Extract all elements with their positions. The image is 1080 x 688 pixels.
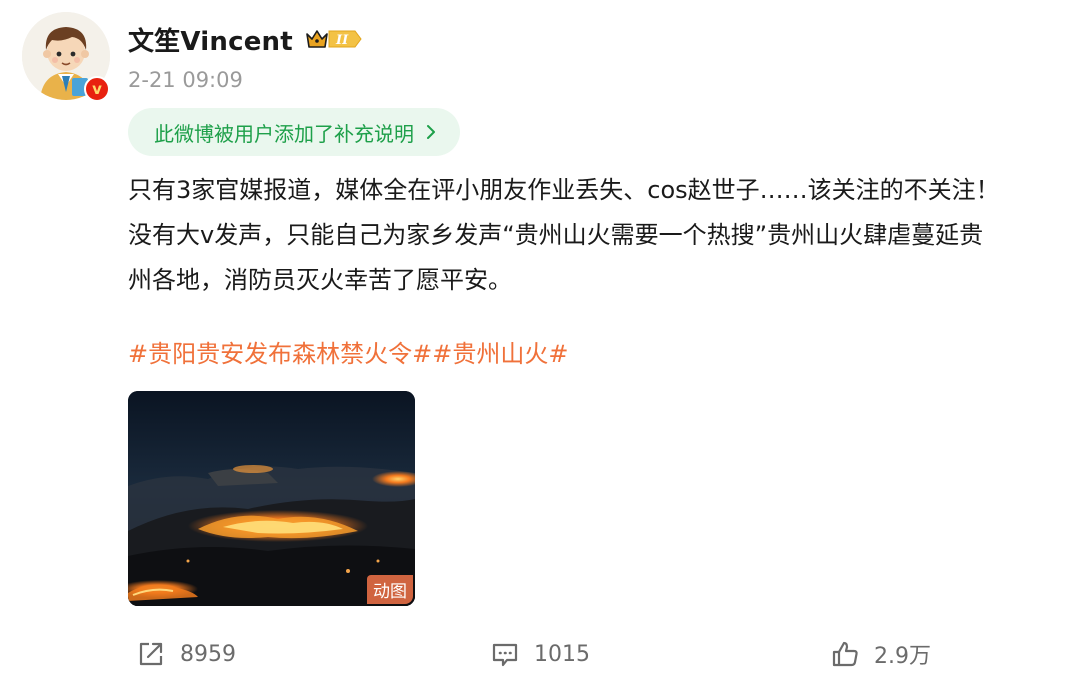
level-badge-text: II xyxy=(335,33,349,48)
user-header: 文笙Vincent II xyxy=(128,20,365,58)
hashtag-link[interactable]: #贵州山火# xyxy=(432,340,568,368)
like-count: 2.9万 xyxy=(874,644,931,669)
repost-icon xyxy=(136,639,166,669)
repost-count: 8959 xyxy=(180,641,236,667)
supplement-note-label: 此微博被用户添加了补充说明 xyxy=(154,121,414,146)
supplement-note-button[interactable]: 此微博被用户添加了补充说明 xyxy=(128,108,460,156)
weibo-post: v 文笙Vincent II 2-21 09:09 此微博被用户添加了补充说明 … xyxy=(0,0,1080,688)
action-bar: 8959 1015 2.9万 xyxy=(0,630,1080,678)
chevron-right-icon xyxy=(426,124,436,140)
post-text-line: 州各地，消防员灭火幸苦了愿平安。 xyxy=(128,266,512,294)
like-button[interactable]: 2.9万 xyxy=(830,630,931,678)
verified-mark: v xyxy=(92,80,102,98)
thumbs-up-icon xyxy=(830,639,860,669)
comment-count: 1015 xyxy=(534,641,590,667)
wildfire-image xyxy=(128,391,415,606)
post-body: 只有3家官媒报道，媒体全在评小朋友作业丢失、cos赵世子……该关注的不关注！ 没… xyxy=(128,168,1048,303)
username[interactable]: 文笙Vincent xyxy=(128,21,293,58)
hashtag-link[interactable]: #贵阳贵安发布森林禁火令# xyxy=(128,340,432,368)
repost-button[interactable]: 8959 xyxy=(136,630,236,678)
post-gif-thumbnail[interactable]: 动图 xyxy=(128,391,415,606)
gif-tag: 动图 xyxy=(367,575,413,604)
crown-level-icon[interactable]: II xyxy=(303,26,365,52)
hashtag-row: #贵阳贵安发布森林禁火令##贵州山火# xyxy=(128,332,568,376)
verified-v-icon: v xyxy=(84,76,110,102)
comment-button[interactable]: 1015 xyxy=(490,630,590,678)
post-timestamp: 2-21 09:09 xyxy=(128,68,243,92)
post-text-line: 没有大v发声，只能自己为家乡发声“贵州山火需要一个热搜”贵州山火肆虐蔓延贵 xyxy=(128,221,984,249)
post-text-line: 只有3家官媒报道，媒体全在评小朋友作业丢失、cos赵世子……该关注的不关注！ xyxy=(128,176,1000,204)
comment-icon xyxy=(490,639,520,669)
